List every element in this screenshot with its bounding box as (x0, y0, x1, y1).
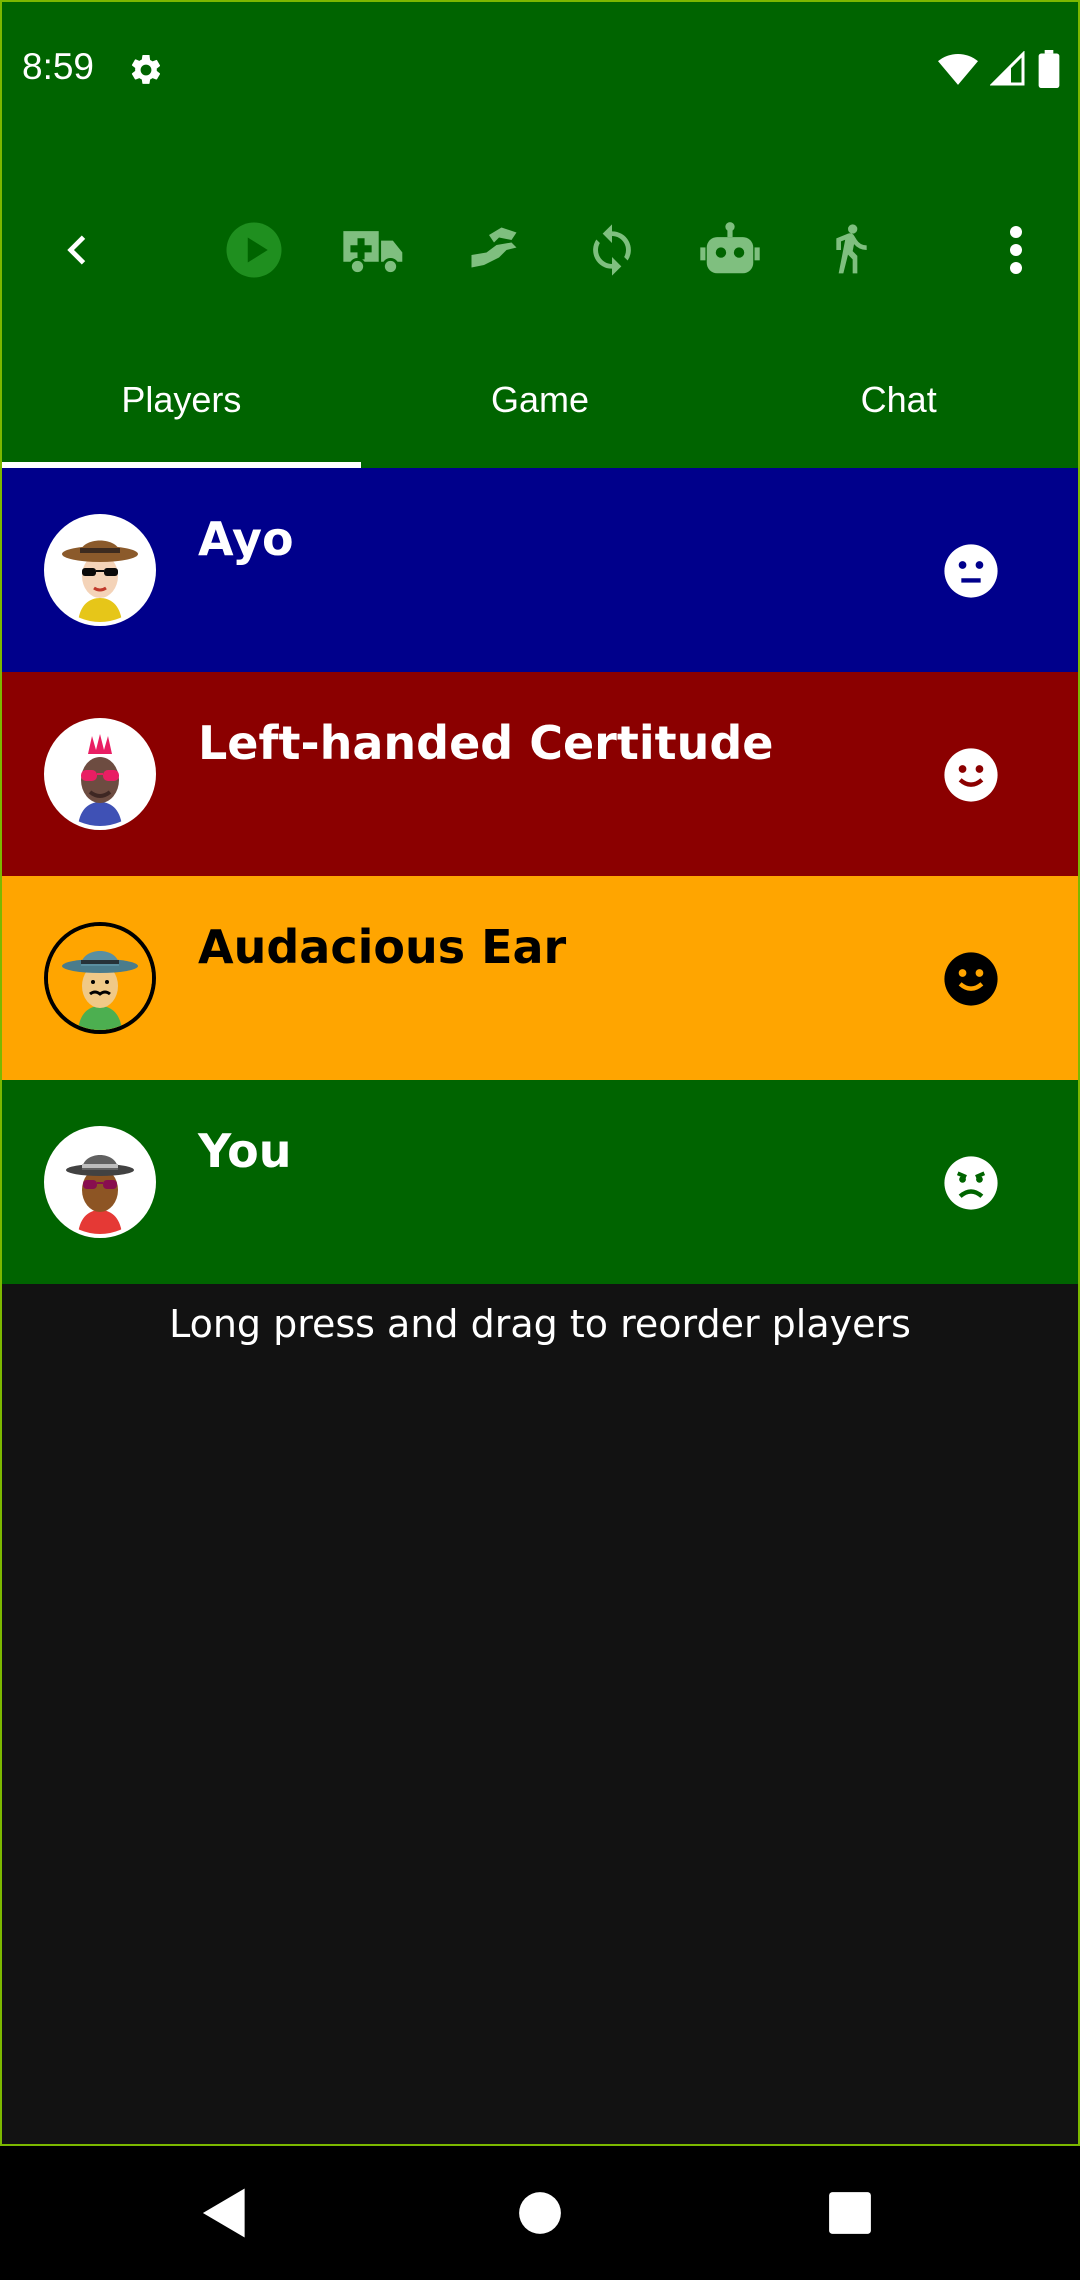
player-name: You (198, 1124, 292, 1178)
tab-players[interactable]: Players (2, 342, 361, 468)
player-row[interactable]: You (2, 1080, 1078, 1284)
player-name: Ayo (198, 512, 294, 566)
status-bar: 8:59 (2, 2, 1078, 136)
tab-game[interactable]: Game (361, 342, 720, 468)
signal-icon (989, 50, 1026, 91)
more-vert-icon[interactable] (982, 216, 1050, 284)
nav-home-icon[interactable] (518, 2186, 562, 2244)
avatar (44, 718, 156, 830)
wifi-icon (938, 52, 978, 90)
screen: 8:59 Players Game Chat Ayo Left-handed C… (0, 0, 1080, 2280)
swap-hand-icon[interactable] (460, 216, 528, 284)
status-time: 8:59 (22, 46, 95, 87)
nav-back-icon[interactable] (200, 2186, 250, 2244)
back-chevron-icon[interactable] (44, 216, 112, 284)
ambulance-icon[interactable] (340, 216, 408, 284)
system-nav-bar (0, 2146, 1080, 2280)
smile-face-icon[interactable] (942, 950, 1000, 1008)
walking-icon[interactable] (814, 216, 882, 284)
sync-icon[interactable] (578, 216, 646, 284)
avatar (44, 514, 156, 626)
robot-icon[interactable] (696, 216, 764, 284)
neutral-face-icon[interactable] (942, 542, 1000, 600)
status-icons (938, 50, 1060, 92)
reorder-hint: Long press and drag to reorder players (169, 1302, 911, 1346)
play-circle-icon[interactable] (220, 216, 288, 284)
player-row[interactable]: Left-handed Certitude (2, 672, 1078, 876)
player-name: Left-handed Certitude (198, 716, 774, 770)
avatar (44, 1126, 156, 1238)
gear-icon (128, 52, 164, 92)
battery-icon (1038, 50, 1060, 92)
player-list: Ayo Left-handed Certitude Audacious Ear … (2, 468, 1078, 1284)
frown-face-icon[interactable] (942, 1154, 1000, 1212)
tab-bar: Players Game Chat (2, 342, 1078, 468)
player-row[interactable]: Audacious Ear (2, 876, 1078, 1080)
player-row[interactable]: Ayo (2, 468, 1078, 672)
tab-chat[interactable]: Chat (719, 342, 1078, 468)
nav-recents-icon[interactable] (828, 2186, 872, 2244)
smile-face-icon[interactable] (942, 746, 1000, 804)
app-frame: 8:59 Players Game Chat Ayo Left-handed C… (0, 0, 1080, 2146)
avatar (44, 922, 156, 1034)
player-name: Audacious Ear (198, 920, 567, 974)
toolbar (2, 136, 1078, 368)
